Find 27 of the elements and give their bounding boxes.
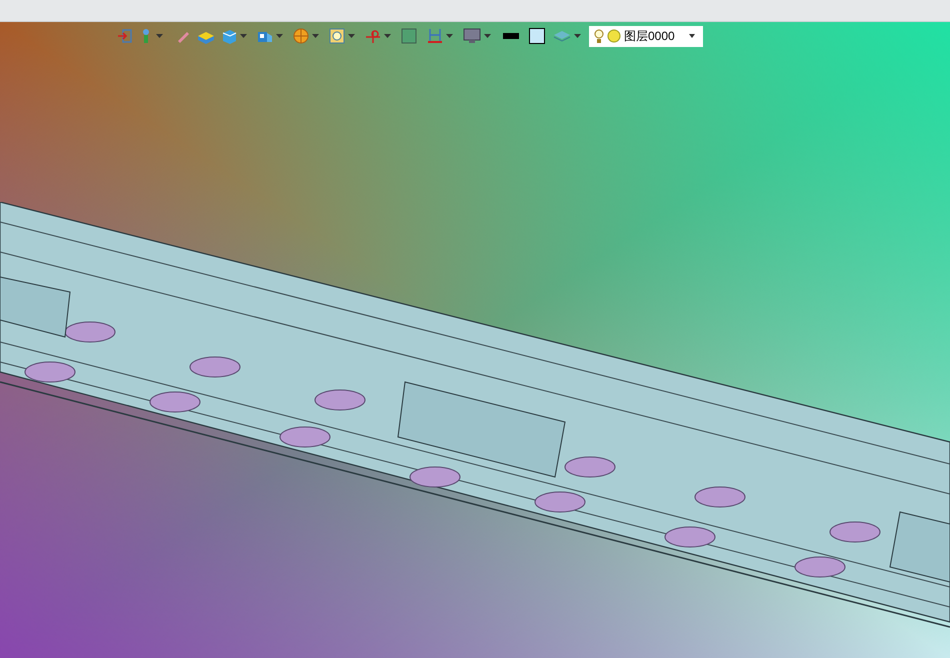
caret-icon [384, 34, 391, 38]
caret-icon [446, 34, 453, 38]
caret-icon [689, 34, 695, 38]
dimension-icon [427, 28, 443, 44]
color-swatch-icon[interactable] [529, 28, 545, 44]
toolbar-button[interactable] [329, 28, 355, 44]
caret-icon [348, 34, 355, 38]
caret-icon [156, 34, 163, 38]
layer-dropdown[interactable]: 图层0000 [589, 26, 703, 46]
circle-icon [607, 29, 621, 43]
caret-icon [312, 34, 319, 38]
monitor-icon [463, 28, 481, 44]
caret-icon [276, 34, 283, 38]
toolbar-button[interactable] [293, 28, 319, 44]
light-bulb-icon [594, 28, 604, 44]
layer-name: 图层0000 [624, 28, 675, 45]
frame-icon[interactable] [401, 28, 417, 44]
sphere-icon [293, 28, 309, 44]
toolbar-button[interactable] [221, 28, 247, 44]
layers-icon [553, 29, 571, 43]
cube-icon [221, 28, 237, 44]
caret-icon [484, 34, 491, 38]
zoom-icon [329, 28, 345, 44]
caret-icon [574, 34, 581, 38]
toolbar-button[interactable] [553, 29, 581, 43]
crosshair-icon [365, 28, 381, 44]
caret-icon [240, 34, 247, 38]
